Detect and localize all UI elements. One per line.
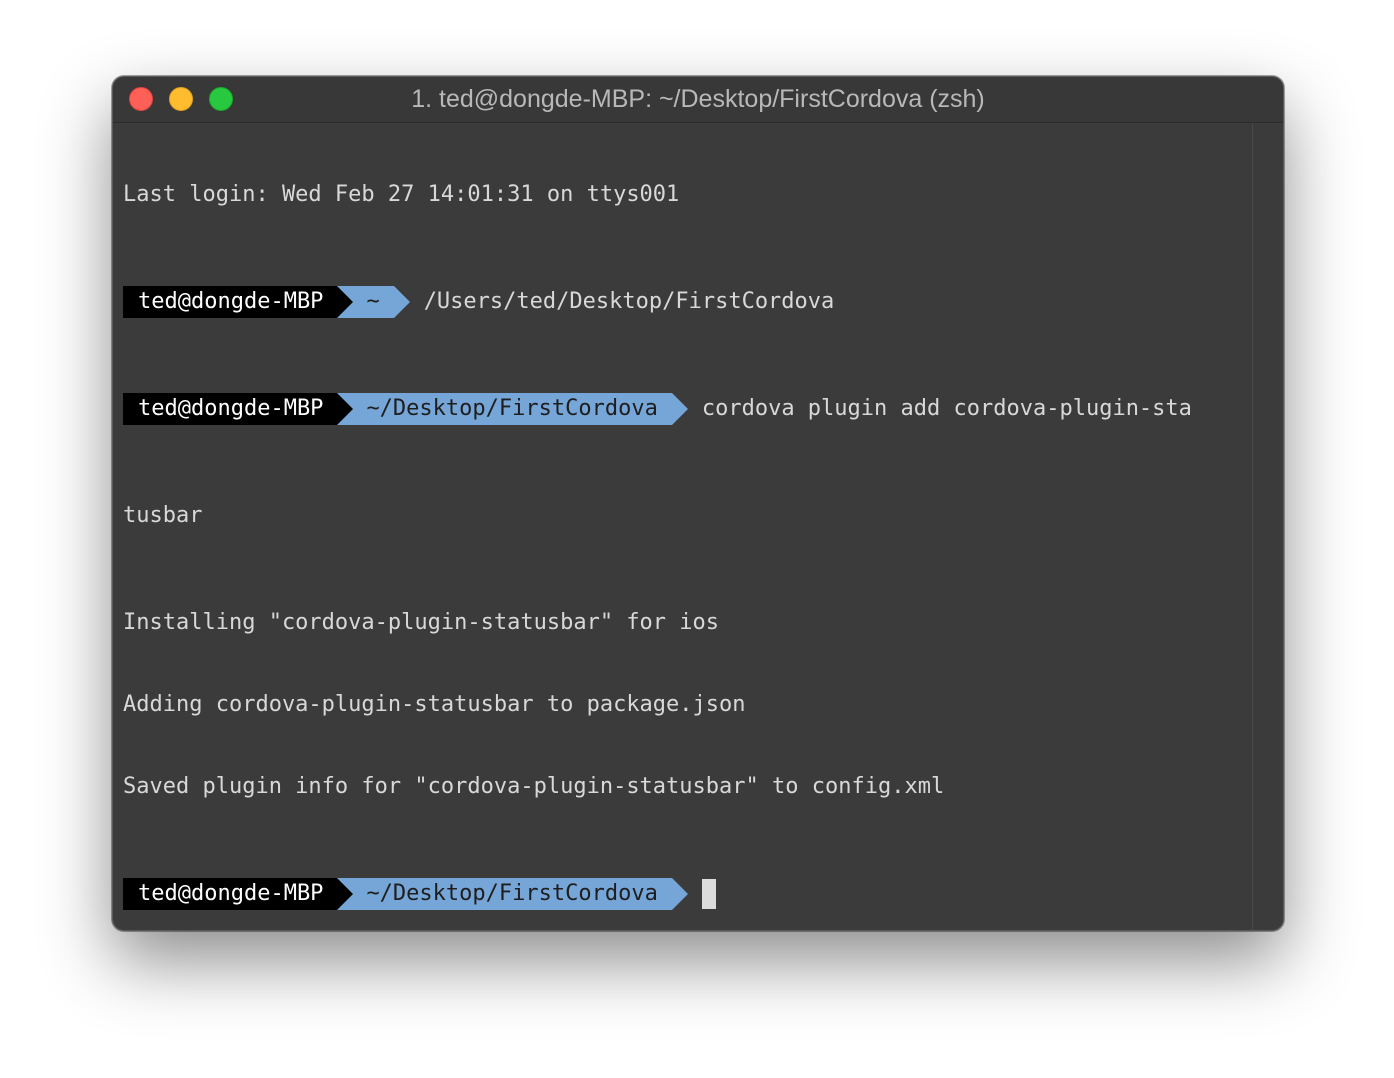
output-line: Adding cordova-plugin-statusbar to packa…	[123, 689, 1251, 721]
prompt-line: ted@dongde-MBP ~/Desktop/FirstCordova co…	[123, 393, 1251, 425]
powerline-separator-icon	[393, 286, 410, 318]
output-text: Adding cordova-plugin-statusbar to packa…	[123, 692, 746, 717]
powerline-separator-icon	[337, 878, 354, 910]
text-cursor[interactable]	[701, 879, 716, 909]
command-text: /Users/ted/Desktop/FirstCordova	[423, 289, 835, 314]
powerline-separator-icon	[337, 393, 354, 425]
prompt-user-segment: ted@dongde-MBP	[123, 286, 338, 318]
output-text: Installing "cordova-plugin-statusbar" fo…	[123, 610, 720, 635]
prompt-user-segment: ted@dongde-MBP	[123, 878, 338, 910]
prompt-user-segment: ted@dongde-MBP	[123, 393, 338, 425]
last-login-text: Last login: Wed Feb 27 14:01:31 on ttys0…	[123, 182, 680, 207]
terminal-content[interactable]: Last login: Wed Feb 27 14:01:31 on ttys0…	[123, 129, 1251, 930]
scrollbar-track[interactable]	[1252, 123, 1283, 930]
powerline-separator-icon	[671, 393, 688, 425]
command-text: cordova plugin add cordova-plugin-sta	[701, 396, 1192, 421]
output-line: Saved plugin info for "cordova-plugin-st…	[123, 771, 1251, 803]
prompt-line: ted@dongde-MBP ~/Desktop/FirstCordova	[123, 878, 1251, 910]
powerline-separator-icon	[337, 286, 354, 318]
powerline-separator-icon	[671, 878, 688, 910]
title-bar[interactable]: 1. ted@dongde-MBP: ~/Desktop/FirstCordov…	[113, 77, 1283, 123]
last-login-line: Last login: Wed Feb 27 14:01:31 on ttys0…	[123, 179, 1251, 211]
output-line: tusbar	[123, 500, 1251, 532]
output-line: Installing "cordova-plugin-statusbar" fo…	[123, 607, 1251, 639]
prompt-path-segment: ~/Desktop/FirstCordova	[353, 393, 672, 425]
prompt-line: ted@dongde-MBP ~ /Users/ted/Desktop/Firs…	[123, 286, 1251, 318]
prompt-path-segment: ~	[353, 286, 394, 318]
wrapped-command-text: tusbar	[123, 503, 203, 528]
prompt-path-segment: ~/Desktop/FirstCordova	[353, 878, 672, 910]
output-text: Saved plugin info for "cordova-plugin-st…	[123, 774, 945, 799]
window-title: 1. ted@dongde-MBP: ~/Desktop/FirstCordov…	[411, 85, 985, 113]
terminal-window: 1. ted@dongde-MBP: ~/Desktop/FirstCordov…	[112, 76, 1284, 931]
